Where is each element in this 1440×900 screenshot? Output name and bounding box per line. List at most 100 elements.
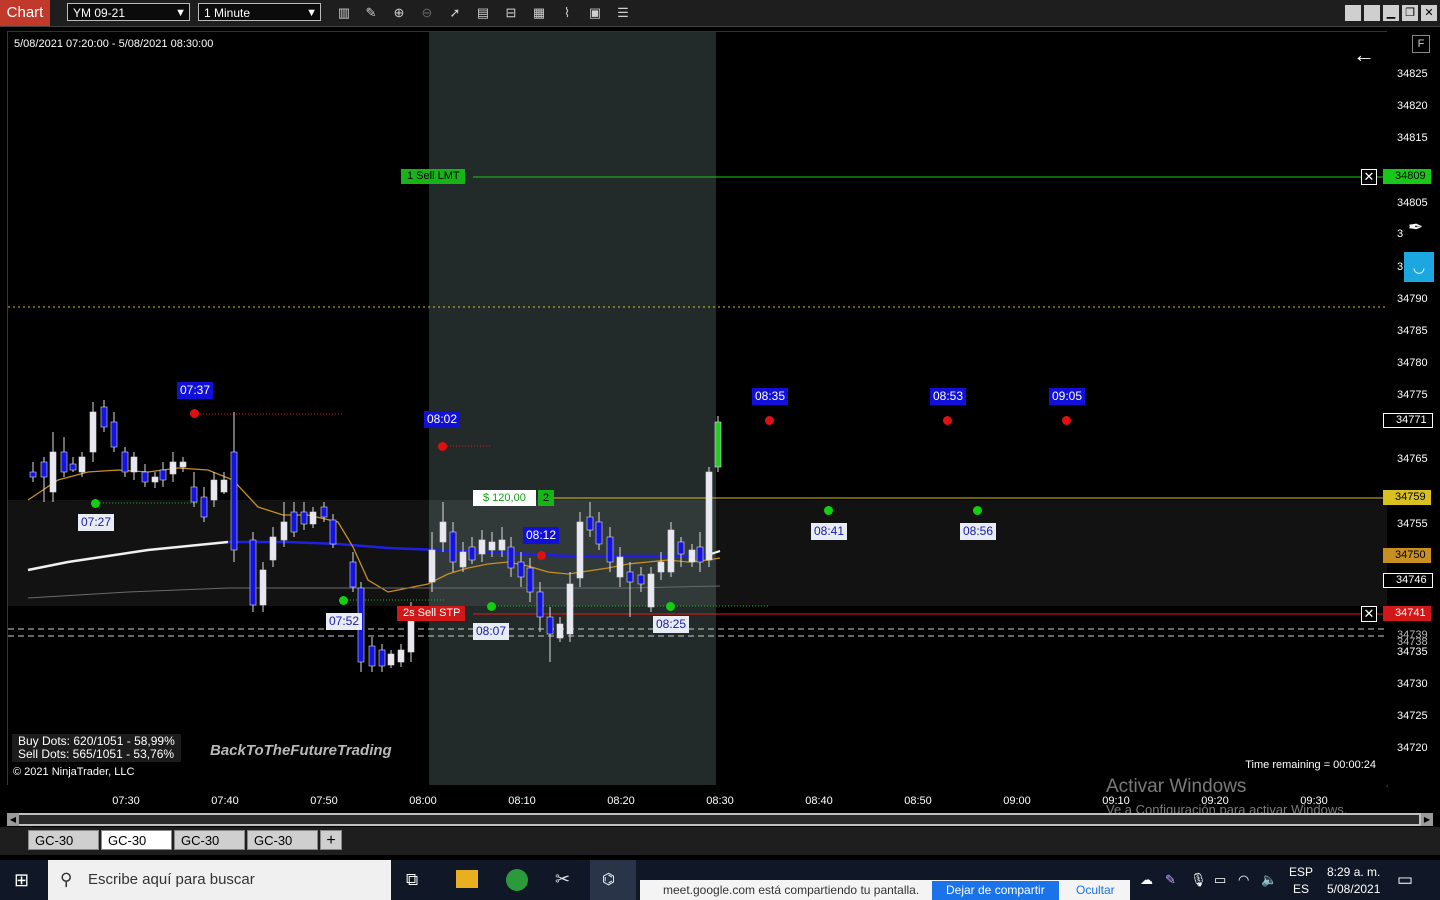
- weather-icon[interactable]: ☁: [1140, 872, 1153, 888]
- dash-price-tag: 34738: [1397, 636, 1428, 648]
- ninjatrader-taskbar-icon[interactable]: ⌬: [590, 860, 636, 900]
- candle-body: [220, 479, 228, 493]
- candle-body: [637, 574, 645, 585]
- sell-lmt-order[interactable]: 1 Sell LMT: [401, 169, 465, 184]
- window-option-icon[interactable]: [1345, 5, 1361, 21]
- language-label[interactable]: ESP: [1289, 865, 1313, 879]
- candle-body: [616, 556, 624, 578]
- search-placeholder: Escribe aquí para buscar: [88, 871, 255, 888]
- indicators-icon[interactable]: ▦: [531, 5, 547, 21]
- screen-share-bar: meet.google.com está compartiendo tu pan…: [640, 880, 1130, 900]
- language-sub-label: ES: [1293, 882, 1310, 896]
- x-tick: 07:40: [211, 795, 239, 807]
- windows-start-icon[interactable]: ⊞: [14, 870, 29, 891]
- restore-icon[interactable]: ❐: [1402, 5, 1418, 21]
- clock-time[interactable]: 8:29 a. m.: [1327, 865, 1380, 879]
- interval-select[interactable]: 1 Minute ▼: [198, 3, 321, 21]
- chart-tabs: GC-30 GC-30 GC-30 GC-30 +: [0, 827, 1440, 855]
- task-view-icon[interactable]: ⧉: [406, 870, 418, 890]
- hide-button[interactable]: Ocultar: [1076, 881, 1115, 900]
- data-box-icon[interactable]: ▤: [475, 5, 491, 21]
- candle-body: [169, 461, 177, 475]
- candle-body: [667, 529, 675, 573]
- add-tab-button[interactable]: +: [320, 830, 342, 850]
- notifications-icon[interactable]: ▭: [1397, 870, 1413, 890]
- candle-body: [566, 583, 574, 635]
- date-range-label: 5/08/2021 07:20:00 - 5/08/2021 08:30:00: [14, 38, 214, 50]
- share-text: meet.google.com está compartiendo tu pan…: [663, 883, 920, 897]
- scroll-thumb[interactable]: [19, 815, 1419, 824]
- close-icon[interactable]: ✕: [1421, 5, 1437, 21]
- position-pnl[interactable]: $ 120,00: [473, 490, 536, 506]
- pointer-icon[interactable]: ➚: [447, 5, 463, 21]
- candle-body: [110, 421, 118, 448]
- time-tag: 09:05: [1049, 388, 1086, 405]
- candle-body: [387, 653, 395, 666]
- buy-dot: [824, 506, 833, 515]
- strategies-icon[interactable]: ⌇: [559, 5, 575, 21]
- zoom-in-icon[interactable]: ⊕: [391, 5, 407, 21]
- microphone-icon[interactable]: 🎙: [1190, 872, 1207, 888]
- properties-menu-icon[interactable]: ☰: [615, 5, 631, 21]
- y-tick-partial: 3: [1397, 228, 1404, 240]
- chart-toolbar: Chart YM 09-21 ▼ 1 Minute ▼ ▥ ✎ ⊕ ⊖ ➚ ▤ …: [0, 0, 1440, 27]
- app-icon[interactable]: ✂: [555, 869, 570, 890]
- price-axis[interactable]: F 34825 34820 34815 34805 3 3 34790 3478…: [1387, 31, 1437, 785]
- pen-tool-icon[interactable]: ✒: [1408, 217, 1423, 238]
- chrome-icon[interactable]: [506, 869, 528, 891]
- scroll-right-icon[interactable]: ▶: [1421, 813, 1433, 826]
- time-tag: 08:41: [811, 523, 848, 540]
- candle-body: [230, 451, 238, 551]
- minimize-icon[interactable]: ▁: [1383, 5, 1399, 21]
- vwap-price-tag: 34750: [1383, 548, 1431, 563]
- tab-gc-30-active[interactable]: GC-30: [101, 830, 172, 850]
- sell-dot: [537, 551, 546, 560]
- sell-dot: [765, 416, 774, 425]
- bar-type-icon[interactable]: ▥: [336, 5, 352, 21]
- window-option-icon[interactable]: [1364, 5, 1380, 21]
- candle-body: [69, 463, 77, 471]
- sell-dot: [438, 442, 447, 451]
- taskbar-search[interactable]: ⚲ Escribe aquí para buscar: [48, 860, 391, 900]
- candle-body: [190, 486, 198, 503]
- templates-icon[interactable]: ▣: [587, 5, 603, 21]
- battery-icon[interactable]: ▭: [1214, 872, 1226, 888]
- time-tag: 07:37: [177, 382, 214, 399]
- zoom-out-icon[interactable]: ⊖: [419, 5, 435, 21]
- buy-dot: [487, 602, 496, 611]
- back-arrow-icon[interactable]: ←: [1353, 42, 1375, 68]
- chart-canvas[interactable]: [8, 32, 1387, 786]
- scroll-left-icon[interactable]: ◀: [7, 813, 19, 826]
- instrument-select[interactable]: YM 09-21 ▼: [67, 3, 190, 21]
- y-tick: 34785: [1397, 325, 1428, 337]
- drawing-pencil-icon[interactable]: ✎: [363, 5, 379, 21]
- instrument-value: YM 09-21: [73, 6, 126, 20]
- tab-gc-30[interactable]: GC-30: [28, 830, 99, 850]
- candle-body: [714, 421, 722, 468]
- time-tag: 08:56: [960, 523, 997, 540]
- smile-widget-icon[interactable]: ◡: [1404, 252, 1434, 282]
- chart-trader-icon[interactable]: ⊟: [503, 5, 519, 21]
- y-tick: 34820: [1397, 100, 1428, 112]
- candle-body: [449, 531, 457, 563]
- cancel-sell-lmt-icon[interactable]: ✕: [1361, 169, 1377, 185]
- sell-dots-stat: Sell Dots: 565/1051 - 53,76%: [18, 747, 175, 761]
- wifi-icon[interactable]: ◠: [1238, 872, 1249, 888]
- ninjatrader-icon: ⌬: [602, 871, 616, 888]
- tab-gc-30[interactable]: GC-30: [247, 830, 318, 850]
- volume-icon[interactable]: 🔈: [1261, 872, 1277, 888]
- sell-stp-order[interactable]: 2s Sell STP: [397, 606, 465, 621]
- price-chart[interactable]: 5/08/2021 07:20:00 - 5/08/2021 08:30:00 …: [7, 31, 1388, 787]
- candle-body: [526, 567, 534, 593]
- f-button[interactable]: F: [1412, 35, 1430, 53]
- tab-gc-30[interactable]: GC-30: [174, 830, 245, 850]
- position-price-tag: 34759: [1383, 490, 1431, 505]
- candle-body: [40, 461, 48, 478]
- file-explorer-icon[interactable]: [456, 870, 478, 888]
- stop-sharing-button[interactable]: Dejar de compartir: [932, 881, 1059, 900]
- watermark-text: BackToTheFutureTrading: [210, 742, 392, 759]
- candle-body: [536, 591, 544, 618]
- cancel-sell-stp-icon[interactable]: ✕: [1361, 606, 1377, 622]
- pen-icon[interactable]: ✎: [1165, 872, 1176, 888]
- horizontal-scrollbar[interactable]: ◀ ▶: [7, 813, 1433, 826]
